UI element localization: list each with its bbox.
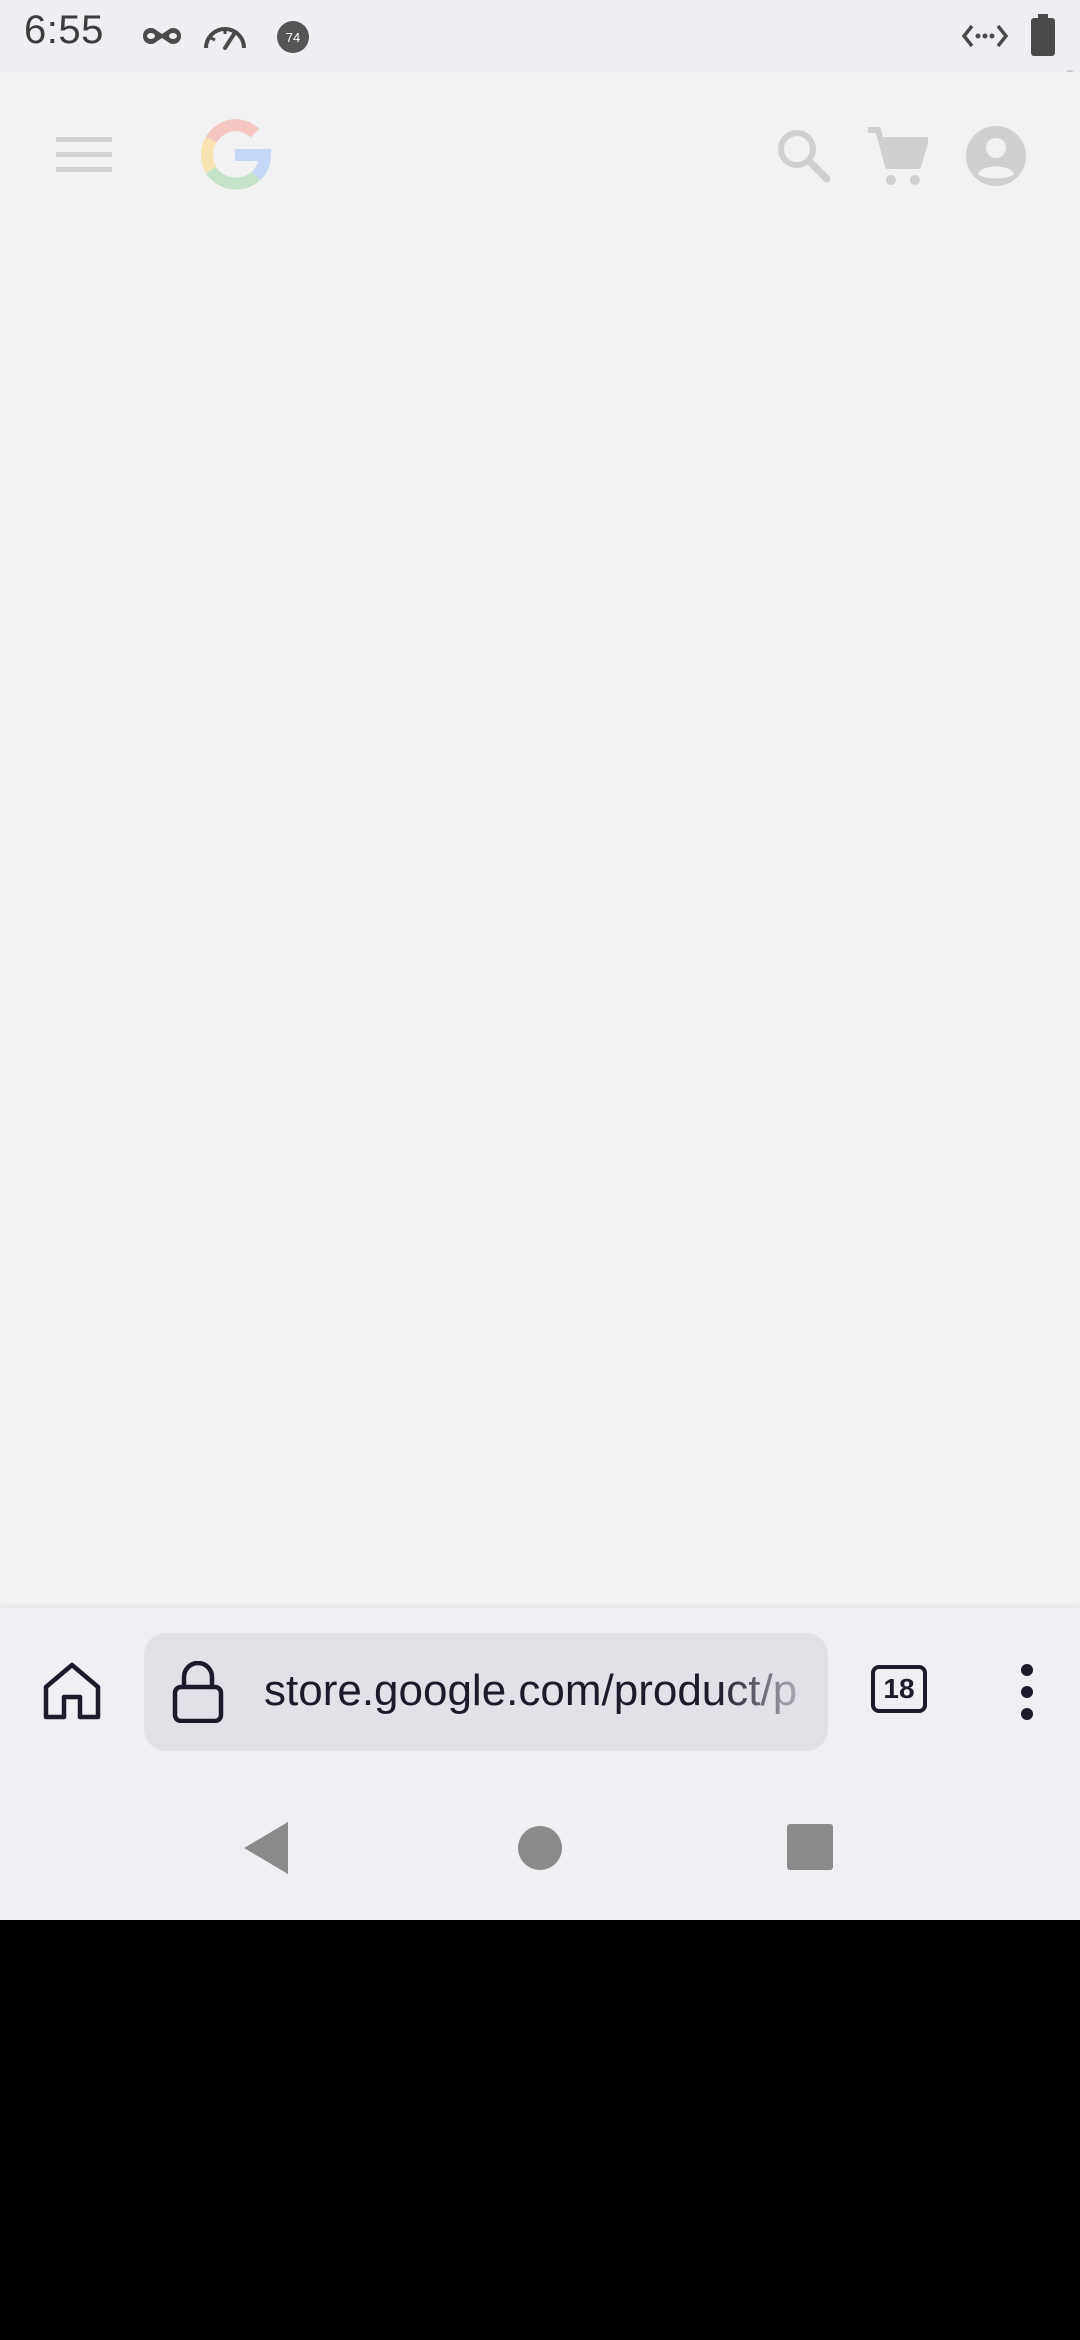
- badge-74-icon: 74: [276, 20, 310, 58]
- overflow-menu-icon[interactable]: [1019, 1662, 1035, 1726]
- browser-screen: 6:55 74 store.google.com/product/p 18: [0, 0, 1080, 1920]
- svg-text:74: 74: [286, 30, 300, 45]
- lock-icon[interactable]: [172, 1660, 224, 1727]
- cart-icon[interactable]: [866, 126, 929, 192]
- status-time: 6:55: [24, 8, 104, 52]
- battery-icon: [1030, 14, 1056, 60]
- system-navigation-bar: [0, 1778, 1080, 1920]
- home-circle-icon[interactable]: [518, 1826, 562, 1874]
- back-icon[interactable]: [244, 1822, 288, 1878]
- recents-icon[interactable]: [787, 1824, 833, 1874]
- speedometer-icon: [202, 20, 248, 56]
- menu-icon[interactable]: [56, 135, 112, 179]
- data-saver-icon: [961, 22, 1009, 54]
- search-icon[interactable]: [775, 127, 831, 187]
- home-icon[interactable]: [42, 1661, 102, 1725]
- status-bar: 6:55 74: [0, 0, 1080, 72]
- url-fade: [718, 1633, 828, 1751]
- url-bar[interactable]: store.google.com/product/p: [144, 1633, 828, 1751]
- google-logo[interactable]: [198, 118, 272, 196]
- browser-toolbar: store.google.com/product/p 18: [0, 1608, 1080, 1778]
- account-icon[interactable]: [964, 124, 1028, 192]
- incognito-icon: [140, 20, 184, 56]
- tab-switcher-button[interactable]: 18: [871, 1665, 927, 1713]
- store-header: [0, 72, 1080, 240]
